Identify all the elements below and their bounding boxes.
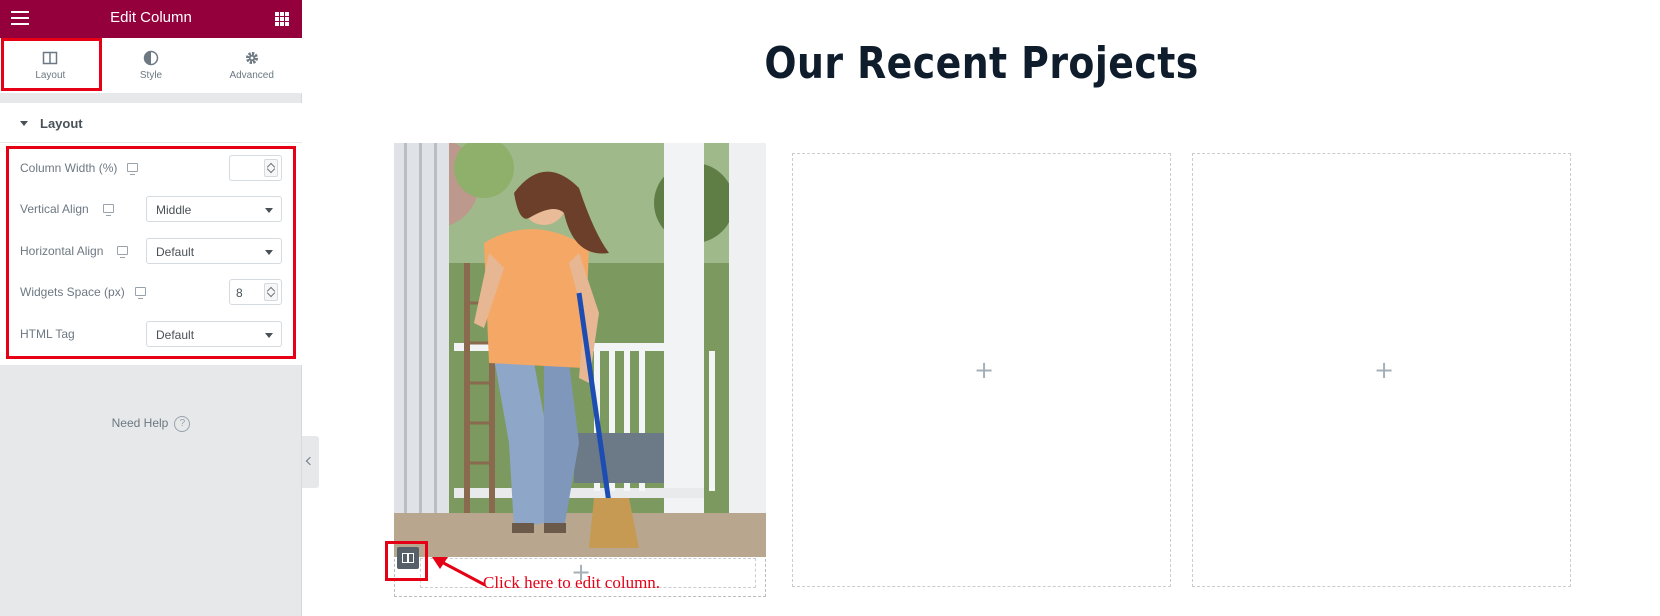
need-help-link[interactable]: Need Help? (0, 416, 302, 432)
red-arrow-icon (432, 557, 486, 587)
project-photo[interactable] (394, 143, 766, 557)
tab-advanced-label: Advanced (229, 70, 274, 81)
collapse-panel-button[interactable] (302, 436, 319, 488)
panel-title: Edit Column (110, 9, 192, 26)
panel-header: Edit Column (0, 0, 302, 38)
widgets-grid-icon[interactable] (275, 12, 289, 26)
section-title: Layout (40, 116, 83, 131)
caret-down-icon (20, 121, 28, 126)
column-handle-highlight (385, 541, 428, 581)
controls-highlight (6, 146, 296, 359)
tab-style-label: Style (139, 70, 163, 81)
add-widget-plus-icon[interactable]: + (1374, 358, 1394, 382)
woman-sweeping-porch-image (394, 143, 766, 557)
need-help-label: Need Help (111, 416, 169, 431)
layout-tab-highlight (1, 38, 102, 91)
add-widget-plus-icon[interactable]: + (974, 358, 994, 382)
gear-icon (245, 52, 258, 64)
tab-style[interactable]: Style (101, 38, 202, 93)
editor-panel: Edit Column Layout Style Advanced Layout… (0, 0, 302, 616)
tab-advanced[interactable]: Advanced (201, 38, 302, 93)
help-question-icon: ? (174, 416, 191, 432)
annotation-text: Click here to edit column. (483, 573, 661, 592)
section-heading[interactable]: Our Recent Projects (398, 38, 1566, 89)
contrast-icon (143, 50, 159, 66)
layout-section-toggle[interactable]: Layout (0, 103, 302, 143)
